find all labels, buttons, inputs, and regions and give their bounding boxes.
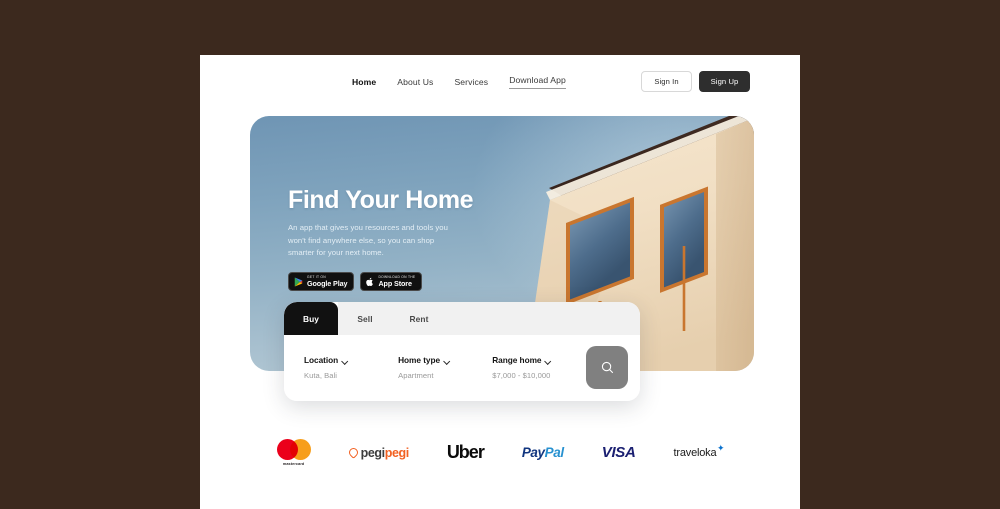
filter-range-home-label: Range home [492,355,542,365]
search-filters: Location Kuta, Bali Home type Apartment … [284,335,640,401]
chevron-down-icon [444,358,451,365]
location-pin-icon [346,445,360,459]
tab-sell[interactable]: Sell [338,302,392,335]
logo-mastercard: mastercard [276,439,311,466]
nav-links: Home About Us Services Download App [352,75,566,89]
mastercard-label: mastercard [282,462,305,466]
mastercard-orange-circle [289,439,311,460]
search-icon [601,361,613,374]
filter-location-value: Kuta, Bali [304,371,338,380]
search-button[interactable] [586,346,628,389]
logo-traveloka: traveloka ✦ [673,443,725,459]
hero-content: Find Your Home An app that gives you res… [288,186,503,292]
chevron-down-icon [545,358,552,365]
filter-home-type[interactable]: Home type Apartment [398,355,492,380]
nav-item-download-app[interactable]: Download App [509,75,566,89]
app-store-label: App Store [378,278,412,288]
filter-location-label: Location [304,355,339,365]
filter-home-type-label: Home type [398,355,441,365]
filter-range-home-head[interactable]: Range home [492,355,586,365]
filter-home-type-value: Apartment [398,371,434,380]
mastercard-icon [276,439,311,460]
chevron-down-icon [342,358,349,365]
search-card: Buy Sell Rent Location Kuta, Bali Home t… [284,302,640,401]
app-store-small-label: Download on the [378,275,416,280]
traveloka-label: traveloka [673,446,717,459]
filter-range-home-value: $7,000 - $10,000 [492,371,551,380]
filter-location-head[interactable]: Location [304,355,398,365]
tabs-filler [446,302,640,335]
logo-pegipegi: pegi pegi [346,445,410,460]
tab-buy[interactable]: Buy [284,302,338,335]
auth-buttons: Sign In Sign Up [641,71,750,92]
logo-visa: VISA [601,444,636,461]
nav-item-about-us[interactable]: About Us [397,77,433,87]
page-sheet: Home About Us Services Download App Sign… [200,55,800,509]
partner-logos: mastercard pegi pegi Uber Pay Pal VISA tr… [200,425,800,480]
hero-subtitle: An app that gives you resources and tool… [288,223,448,258]
logo-uber: Uber [446,442,485,462]
apple-icon [366,277,374,286]
google-play-badge[interactable]: GET IT ON Google Play [288,272,355,292]
google-play-icon [294,277,303,287]
pegipegi-label-dark: pegi [360,445,386,460]
filter-range-home[interactable]: Range home $7,000 - $10,000 [492,355,586,380]
paypal-label-dark: Pay [521,445,545,460]
nav-item-services[interactable]: Services [454,77,488,87]
pegipegi-label-accent: pegi [384,445,410,460]
listing-type-tabs: Buy Sell Rent [284,302,640,335]
logo-paypal: Pay Pal [522,445,564,460]
sign-up-button[interactable]: Sign Up [699,71,750,92]
app-store-badge[interactable]: Download on the App Store [360,272,423,292]
nav-item-home[interactable]: Home [352,77,376,87]
google-play-label: Google Play [307,278,348,288]
filter-home-type-head[interactable]: Home type [398,355,492,365]
traveloka-star-icon: ✦ [717,442,725,453]
store-badges: GET IT ON Google Play Download on the Ap… [288,272,503,292]
sign-in-button[interactable]: Sign In [641,71,692,92]
google-play-small-label: GET IT ON [307,275,326,280]
top-navbar: Home About Us Services Download App Sign… [200,55,800,111]
tab-rent[interactable]: Rent [392,302,446,335]
paypal-label-accent: Pal [544,445,564,460]
hero-title: Find Your Home [288,186,474,214]
filter-location[interactable]: Location Kuta, Bali [304,355,398,380]
